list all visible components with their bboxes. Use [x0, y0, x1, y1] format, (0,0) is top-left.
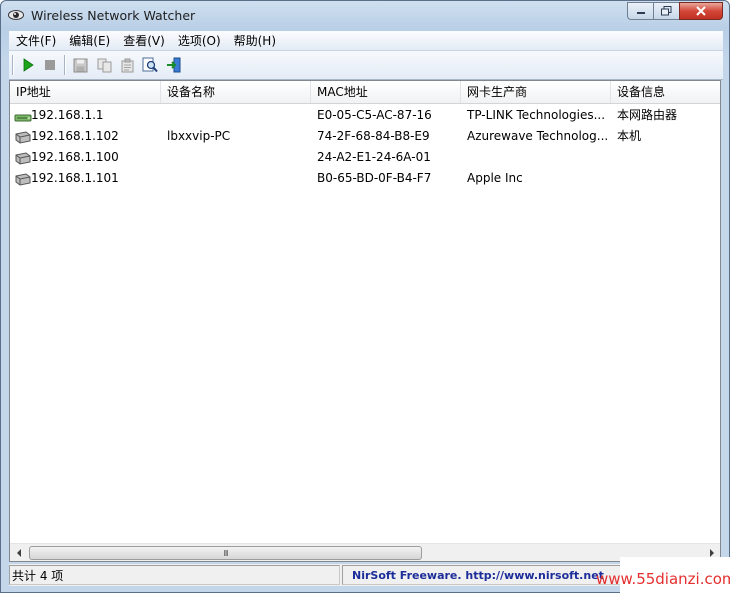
toolbar	[9, 51, 723, 80]
arrow-right-icon	[709, 548, 714, 557]
column-header-vendor[interactable]: 网卡生产商	[461, 81, 611, 103]
cell-ip: 192.168.1.1	[31, 108, 104, 122]
menu-bar: 文件(F) 编辑(E) 查看(V) 选项(O) 帮助(H)	[9, 31, 723, 51]
eye-icon	[8, 10, 24, 20]
table-row[interactable]: 192.168.1.101 B0-65-BD-0F-B4-F7 Apple In…	[10, 168, 720, 189]
cell-device-name	[161, 105, 311, 126]
copy-button[interactable]	[95, 56, 113, 74]
cell-device-name: lbxxvip-PC	[167, 129, 231, 143]
menu-view[interactable]: 查看(V)	[116, 32, 171, 49]
app-window: Wireless Network Watcher 文件(F) 编辑(E) 查看(…	[0, 0, 730, 593]
cell-device-name	[161, 147, 311, 168]
restore-icon	[661, 6, 672, 16]
stop-button[interactable]	[41, 56, 59, 74]
cell-device-info	[611, 147, 720, 168]
menu-edit[interactable]: 编辑(E)	[62, 32, 116, 49]
column-header-device-info[interactable]: 设备信息	[611, 81, 720, 103]
cell-device-info: 本网路由器	[617, 108, 678, 122]
table-row[interactable]: 192.168.1.1 E0-05-C5-AC-87-16 TP-LINK Te…	[10, 105, 720, 126]
save-icon	[73, 58, 87, 72]
window-title: Wireless Network Watcher	[31, 8, 196, 23]
list-header: IP地址 设备名称 MAC地址 网卡生产商 设备信息	[10, 81, 720, 104]
play-icon	[23, 58, 34, 72]
save-button[interactable]	[71, 56, 89, 74]
title-bar[interactable]: Wireless Network Watcher	[1, 1, 729, 31]
cell-device-name	[161, 168, 311, 189]
caption-buttons	[627, 2, 723, 21]
cell-vendor: TP-LINK Technologies...	[467, 108, 606, 122]
copy-icon	[97, 58, 111, 72]
cell-ip: 192.168.1.100	[31, 150, 119, 164]
watermark-text: www.55dianzi.com	[596, 570, 730, 588]
toolbar-grip	[12, 55, 14, 75]
status-item-count: 共计 4 项	[9, 565, 340, 585]
arrow-left-icon	[16, 548, 21, 557]
exit-button[interactable]	[165, 56, 183, 74]
cell-vendor: Apple Inc	[467, 171, 523, 185]
cell-device-info	[611, 168, 720, 189]
maximize-button[interactable]	[653, 2, 679, 20]
cell-mac: E0-05-C5-AC-87-16	[317, 108, 432, 122]
cell-mac: B0-65-BD-0F-B4-F7	[317, 171, 432, 185]
column-header-mac[interactable]: MAC地址	[311, 81, 461, 103]
column-header-device-name[interactable]: 设备名称	[161, 81, 311, 103]
find-icon	[142, 57, 158, 73]
cell-ip: 192.168.1.101	[31, 171, 119, 185]
cell-mac: 74-2F-68-84-B8-E9	[317, 129, 430, 143]
device-list[interactable]: IP地址 设备名称 MAC地址 网卡生产商 设备信息 192.168.1.1 E…	[9, 80, 721, 562]
properties-button[interactable]	[118, 56, 136, 74]
close-icon	[696, 6, 706, 16]
cell-mac: 24-A2-E1-24-6A-01	[317, 150, 431, 164]
scroll-thumb[interactable]: III	[29, 546, 422, 560]
start-button[interactable]	[19, 56, 37, 74]
exit-icon	[167, 57, 181, 73]
close-button[interactable]	[679, 2, 723, 20]
cell-vendor: Azurewave Technolog...	[467, 129, 609, 143]
table-row[interactable]: 192.168.1.100 24-A2-E1-24-6A-01	[10, 147, 720, 168]
cell-device-info: 本机	[617, 129, 642, 143]
toolbar-separator	[64, 55, 66, 75]
menu-options[interactable]: 选项(O)	[171, 32, 227, 49]
menu-help[interactable]: 帮助(H)	[227, 32, 282, 49]
stop-icon	[45, 60, 55, 70]
properties-icon	[121, 58, 133, 72]
table-row[interactable]: 192.168.1.102 lbxxvip-PC 74-2F-68-84-B8-…	[10, 126, 720, 147]
minimize-button[interactable]	[627, 2, 653, 20]
scroll-left-button[interactable]	[10, 544, 27, 561]
column-header-ip[interactable]: IP地址	[10, 81, 161, 103]
scroll-thumb-grip: III	[223, 548, 228, 558]
menu-file[interactable]: 文件(F)	[9, 32, 62, 49]
cell-ip: 192.168.1.102	[31, 129, 119, 143]
cell-vendor	[461, 147, 611, 168]
horizontal-scrollbar[interactable]: III	[10, 543, 720, 561]
find-button[interactable]	[141, 56, 159, 74]
minimize-icon	[636, 12, 645, 14]
